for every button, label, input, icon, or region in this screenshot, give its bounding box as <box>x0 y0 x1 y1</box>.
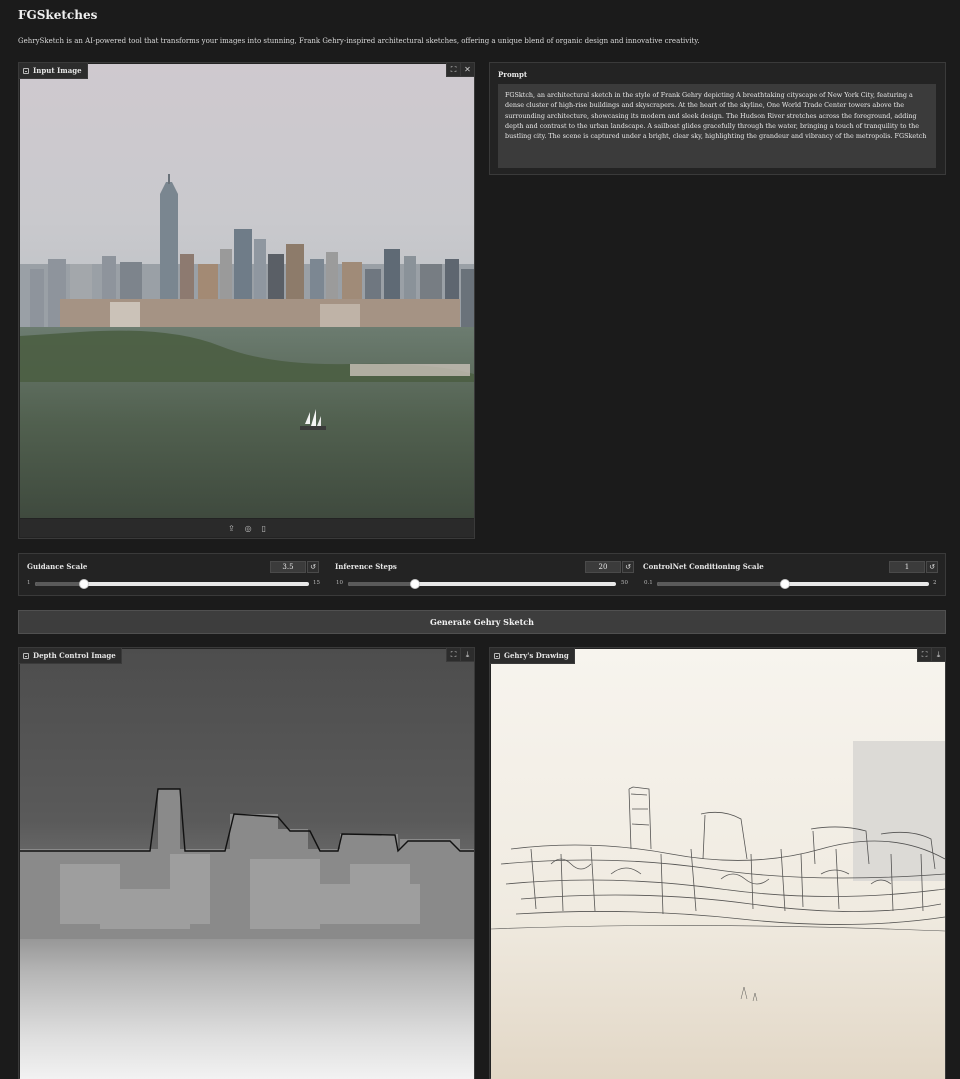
guidance-scale-value[interactable]: 3.5 <box>270 561 306 573</box>
reset-icon[interactable]: ↺ <box>926 561 938 573</box>
input-image <box>20 64 474 518</box>
image-icon <box>23 67 29 74</box>
reset-icon[interactable]: ↺ <box>622 561 634 573</box>
prompt-label: Prompt <box>498 70 528 79</box>
fullscreen-icon[interactable]: ⛶ <box>446 648 460 662</box>
upload-toolbar: ⇪ ◎ ▯ <box>20 519 474 537</box>
app-title: FGSketches <box>18 8 98 22</box>
controlnet-scale-label: ControlNet Conditioning Scale <box>643 562 764 571</box>
inference-steps-value[interactable]: 20 <box>585 561 621 573</box>
slider-row: Guidance Scale 3.5 ↺ 1 15 Inference Step… <box>18 553 946 596</box>
upload-icon[interactable]: ⇪ <box>228 524 235 533</box>
close-icon[interactable]: ✕ <box>460 63 474 77</box>
drawing-image <box>491 649 945 1079</box>
input-image-label: Input Image <box>19 63 88 79</box>
slider-thumb[interactable] <box>410 579 420 589</box>
download-icon[interactable]: ⤓ <box>931 648 945 662</box>
prompt-panel: Prompt FGSktch, an architectural sketch … <box>489 62 946 175</box>
slider-thumb[interactable] <box>779 579 790 589</box>
slider-track[interactable] <box>348 579 616 589</box>
webcam-icon[interactable]: ◎ <box>245 524 252 533</box>
depth-image-panel: Depth Control Image ⛶ ⤓ <box>18 647 475 1079</box>
inference-steps-slider[interactable]: Inference Steps 20 ↺ 10 50 <box>327 554 635 595</box>
image-icon <box>494 652 500 659</box>
guidance-scale-label: Guidance Scale <box>27 562 88 571</box>
drawing-panel: Gehry's Drawing ⛶ ⤓ <box>489 647 946 1079</box>
download-icon[interactable]: ⤓ <box>460 648 474 662</box>
clipboard-icon[interactable]: ▯ <box>262 524 266 533</box>
drawing-label: Gehry's Drawing <box>490 648 575 664</box>
guidance-scale-slider[interactable]: Guidance Scale 3.5 ↺ 1 15 <box>19 554 327 595</box>
reset-icon[interactable]: ↺ <box>307 561 319 573</box>
slider-track[interactable] <box>657 579 929 589</box>
fullscreen-icon[interactable]: ⛶ <box>446 63 460 77</box>
controlnet-scale-slider[interactable]: ControlNet Conditioning Scale 1 ↺ 0.1 2 <box>635 554 945 595</box>
image-icon <box>23 652 29 659</box>
slider-track[interactable] <box>35 579 309 589</box>
inference-steps-label: Inference Steps <box>335 562 397 571</box>
generate-button[interactable]: Generate Gehry Sketch <box>18 610 946 634</box>
app-description: GehrySketch is an AI-powered tool that t… <box>18 37 700 45</box>
depth-image <box>20 649 474 1079</box>
input-image-panel[interactable]: Input Image ⛶ ✕ ⇪ ◎ ▯ <box>18 62 475 539</box>
controlnet-scale-value[interactable]: 1 <box>889 561 925 573</box>
depth-image-label: Depth Control Image <box>19 648 122 664</box>
prompt-textarea[interactable]: FGSktch, an architectural sketch in the … <box>498 84 936 168</box>
slider-thumb[interactable] <box>79 579 90 589</box>
fullscreen-icon[interactable]: ⛶ <box>917 648 931 662</box>
